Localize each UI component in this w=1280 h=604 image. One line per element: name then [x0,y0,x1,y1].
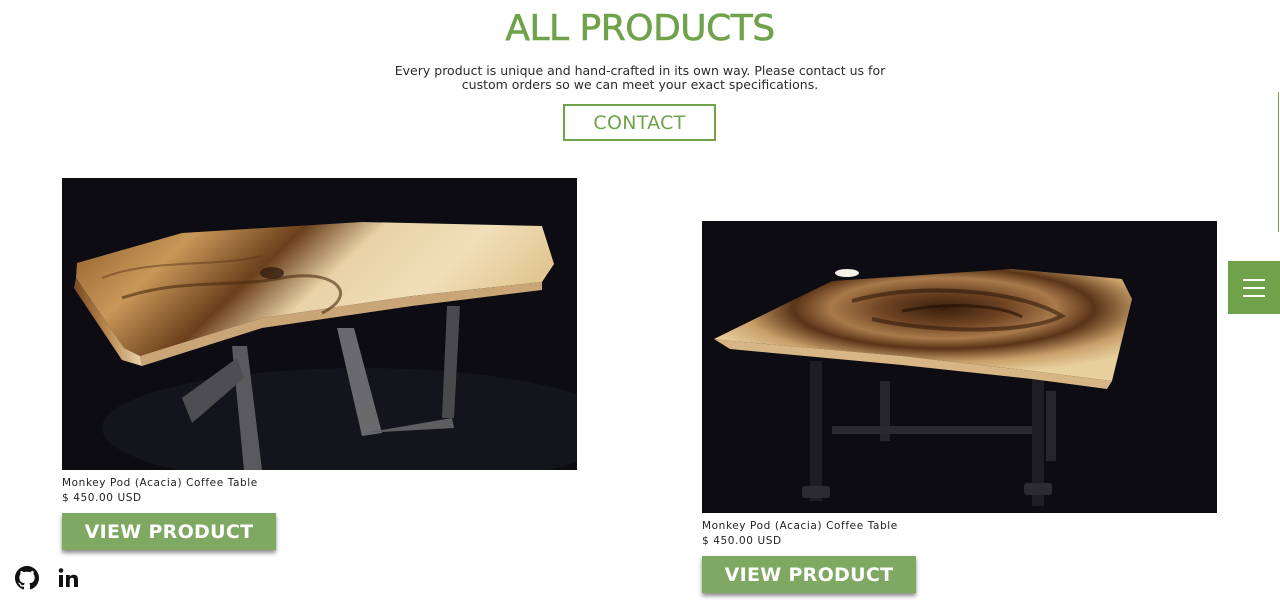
github-icon[interactable] [15,566,39,590]
product-card: Monkey Pod (Acacia) Coffee Table $ 450.0… [702,221,1217,593]
view-product-button[interactable]: VIEW PRODUCT [62,513,276,550]
intro-text: Every product is unique and hand-crafted… [394,63,886,92]
hamburger-icon [1243,294,1265,297]
menu-button[interactable] [1228,261,1280,314]
product-image[interactable] [702,221,1217,513]
view-product-button[interactable]: VIEW PRODUCT [702,556,916,593]
product-name: Monkey Pod (Acacia) Coffee Table [702,520,898,532]
hamburger-icon [1243,286,1265,289]
product-image[interactable] [62,178,577,470]
edge-line [1278,92,1279,232]
hamburger-icon [1243,278,1265,281]
product-card: Monkey Pod (Acacia) Coffee Table $ 450.0… [62,178,577,550]
contact-button[interactable]: CONTACT [563,104,716,141]
page-title: ALL PRODUCTS [505,8,775,50]
product-price: $ 450.00 USD [62,492,142,504]
product-name: Monkey Pod (Acacia) Coffee Table [62,477,258,489]
product-price: $ 450.00 USD [702,535,782,547]
linkedin-icon[interactable] [56,566,80,590]
